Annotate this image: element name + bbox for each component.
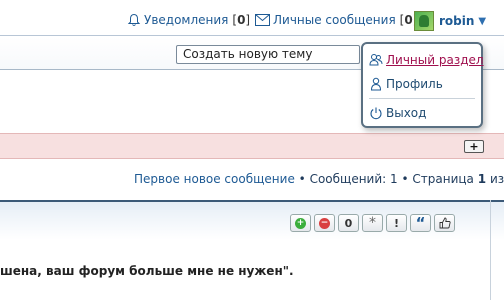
envelope-icon <box>255 14 270 26</box>
thumbs-up-icon <box>439 217 451 229</box>
chevron-down-icon: ▼ <box>478 15 487 27</box>
post-body-text: шена, ваш форум больше мне не нужен". <box>0 264 294 278</box>
favorite-button[interactable]: * <box>362 214 383 232</box>
menu-item-logout[interactable]: Выход <box>369 106 426 120</box>
notifications-label: Уведомления <box>144 13 229 27</box>
separator: • <box>298 172 306 186</box>
user-dropdown-menu: Личный раздел Профиль Выход <box>361 42 484 128</box>
notifications-count: [0] <box>232 13 251 27</box>
top-bar: Уведомления [0] Личные сообщения [0] rob… <box>0 0 504 36</box>
zero-icon: 0 <box>344 216 353 230</box>
rating-zero-button[interactable]: 0 <box>338 214 359 232</box>
expand-button[interactable]: + <box>464 140 484 153</box>
messages-count-label: Сообщений: <box>309 172 387 186</box>
new-topic-button[interactable]: Создать новую тему <box>176 45 360 64</box>
page-label: Страница <box>412 172 474 186</box>
like-button[interactable] <box>434 214 455 232</box>
minus-circle-icon: − <box>319 217 330 229</box>
username: robin <box>439 14 475 28</box>
report-button[interactable]: ! <box>386 214 407 232</box>
notifications-link[interactable]: Уведомления [0] <box>127 13 250 27</box>
rate-minus-button[interactable]: − <box>314 214 335 232</box>
rate-plus-button[interactable]: + <box>290 214 311 232</box>
menu-item-label: Личный раздел <box>386 53 484 67</box>
post: + − 0 * ! “ шена, ваш форум больше мне н… <box>0 200 504 300</box>
first-new-message-link[interactable]: Первое новое сообщение <box>134 172 295 186</box>
messages-label: Личные сообщения <box>273 13 396 27</box>
post-actions: + − 0 * ! “ <box>290 214 458 232</box>
menu-item-label: Выход <box>386 106 427 120</box>
user-menu-toggle[interactable]: robin ▼ <box>414 11 486 31</box>
topic-info: Первое новое сообщение • Сообщений: 1 • … <box>134 172 504 186</box>
menu-item-profile[interactable]: Профиль <box>369 77 443 91</box>
report-icon: ! <box>393 216 400 230</box>
page-current: 1 <box>477 172 487 186</box>
avatar <box>414 11 434 31</box>
menu-item-personal-section[interactable]: Личный раздел <box>369 53 484 67</box>
separator: • <box>401 172 409 186</box>
bell-icon <box>127 13 141 26</box>
messages-link[interactable]: Личные сообщения [0] <box>255 13 417 27</box>
post-header: + − 0 * ! “ <box>0 202 504 240</box>
power-icon <box>369 106 383 120</box>
plus-circle-icon: + <box>295 217 306 229</box>
quote-icon: “ <box>415 214 426 232</box>
divider <box>490 200 491 300</box>
user-icon <box>369 77 383 91</box>
page-of: из <box>489 172 504 186</box>
messages-count-value: 1 <box>390 172 398 186</box>
users-icon <box>369 53 383 67</box>
menu-item-label: Профиль <box>386 77 443 91</box>
collapsed-panel-bar: + <box>0 133 504 159</box>
quote-button[interactable]: “ <box>410 214 431 232</box>
asterisk-icon: * <box>369 215 376 231</box>
menu-divider <box>369 98 475 99</box>
